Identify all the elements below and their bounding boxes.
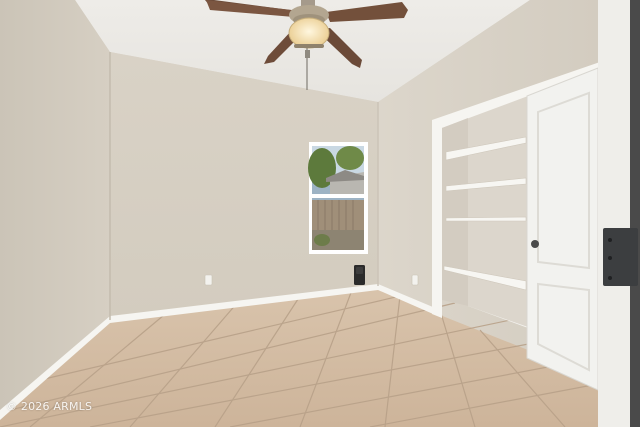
foreground-door-jamb [598,0,640,427]
watermark: © 2026 ARMLS [6,400,93,413]
power-outlet-icon [411,274,419,286]
power-outlet-icon [204,274,213,286]
closet-door [526,67,599,391]
door-pull-icon [531,240,539,248]
bedroom-photo: © 2026 ARMLS [0,0,640,427]
window [308,142,368,254]
room-illustration [0,0,640,427]
